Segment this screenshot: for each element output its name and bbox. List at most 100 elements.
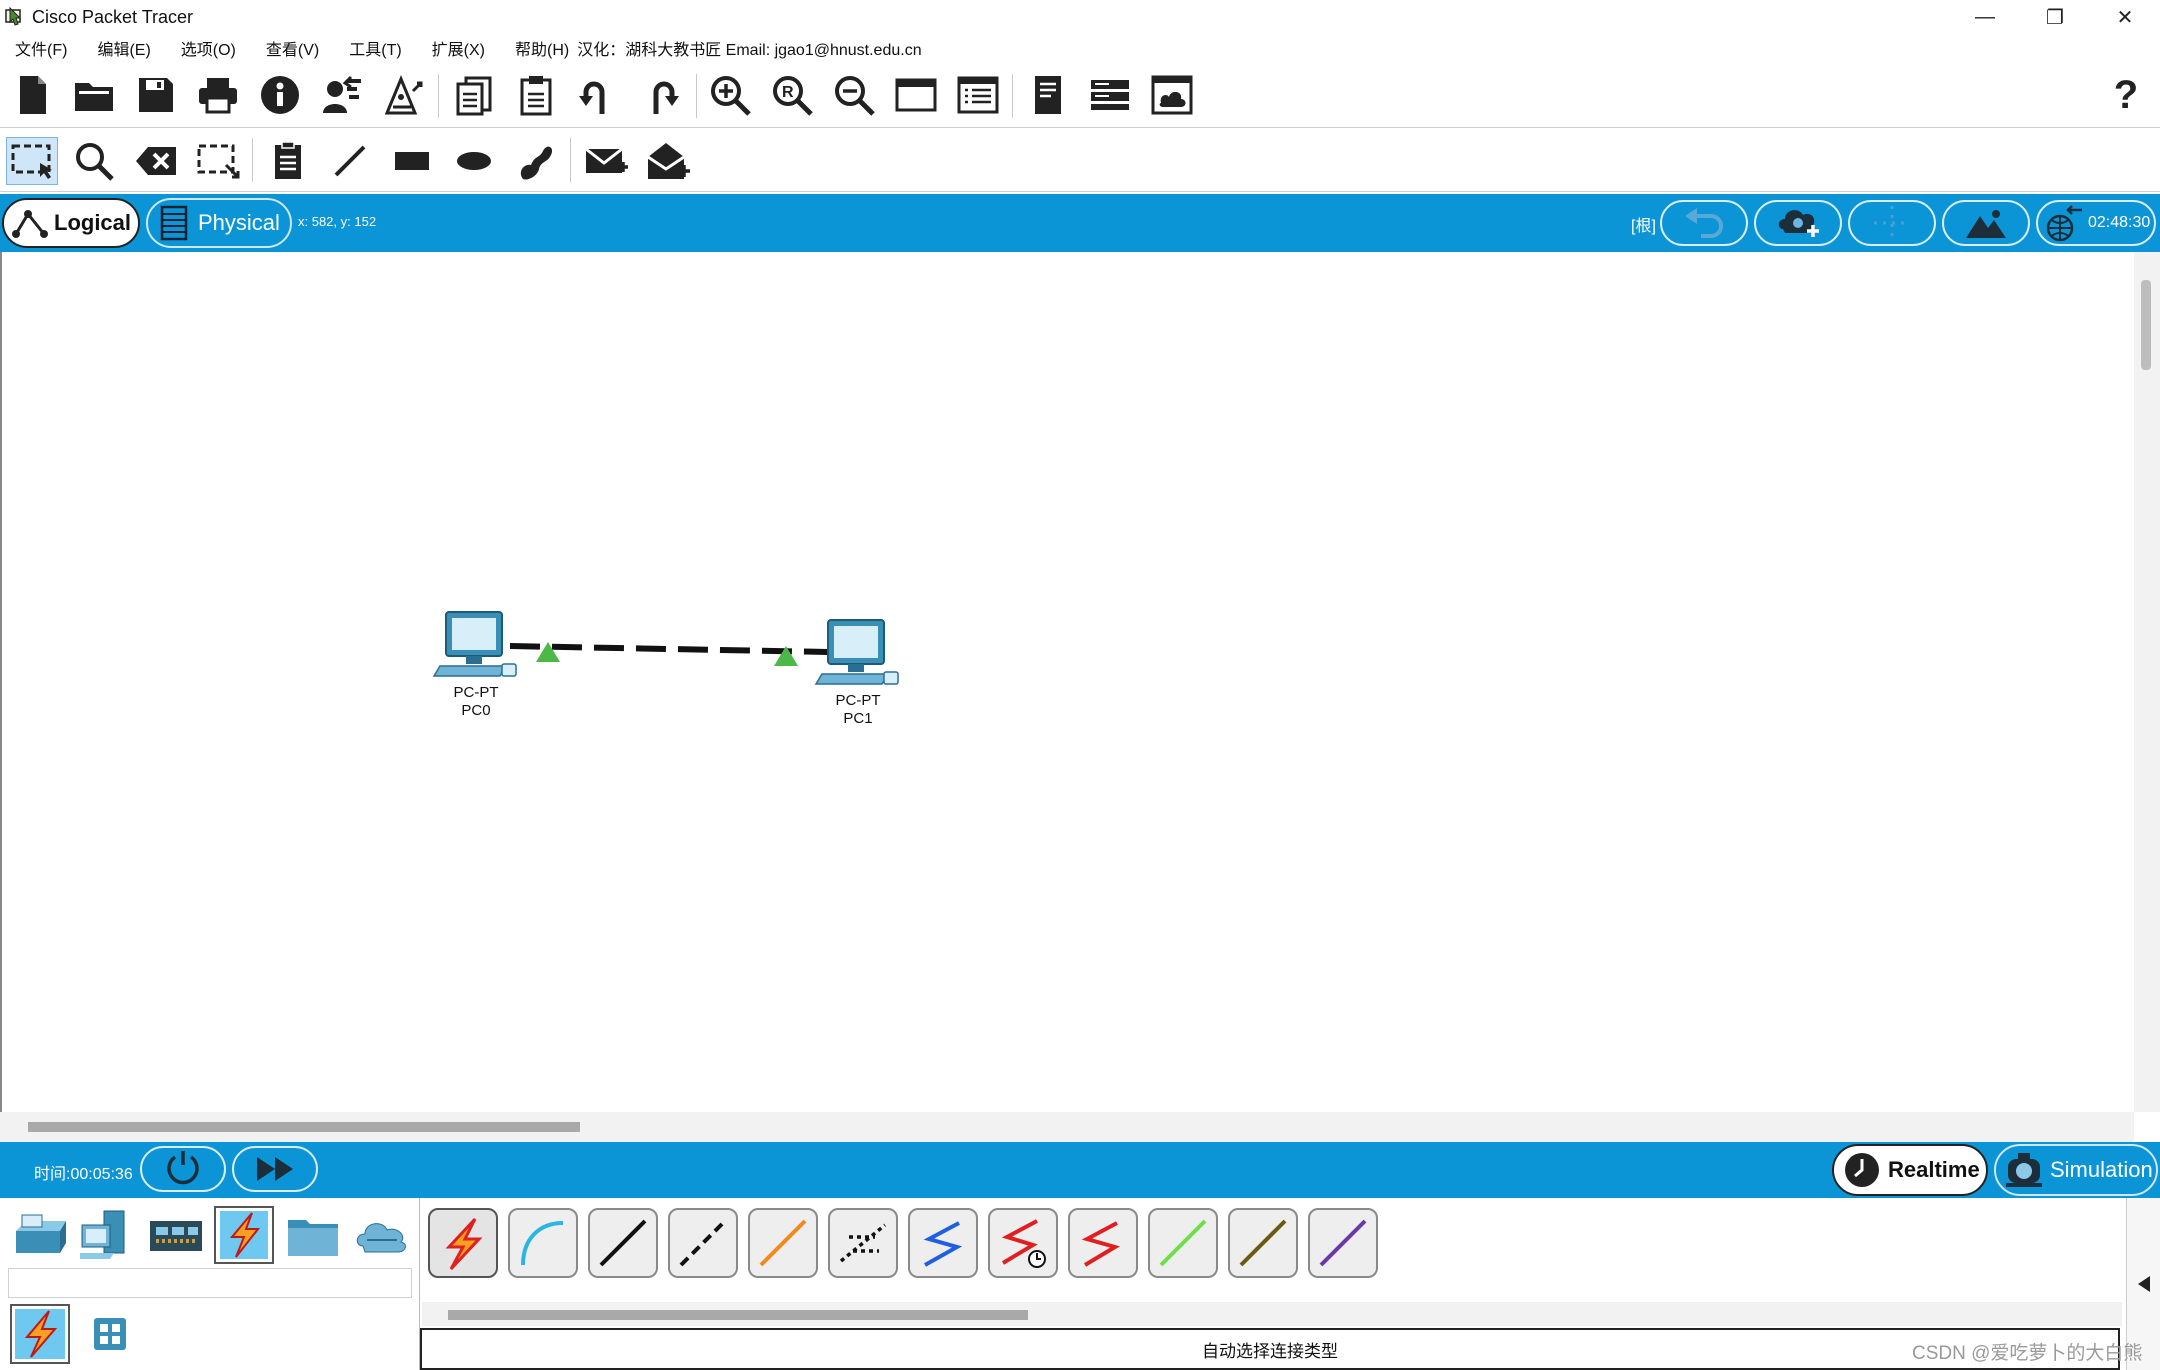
- menu-info-text: 汉化：湖科大教书匠 Email: jgao1@hnust.edu.cn: [577, 42, 922, 59]
- ipc-icon[interactable]: [1024, 71, 1072, 119]
- zoom-in-icon[interactable]: [706, 71, 754, 119]
- pdu-list-icon[interactable]: [1086, 71, 1134, 119]
- multiuser-icon[interactable]: [352, 1206, 412, 1264]
- pc1-type-label: PC-PT: [835, 692, 881, 709]
- title-bar: Cisco Packet Tracer — ❐ ✕: [0, 0, 2160, 34]
- activity-wizard-icon[interactable]: [318, 71, 366, 119]
- window-icon[interactable]: [892, 71, 940, 119]
- pc1-device[interactable]: PC-PT PC1: [812, 616, 904, 728]
- inspect-icon[interactable]: [68, 137, 120, 185]
- close-button[interactable]: ✕: [2090, 0, 2160, 34]
- fiber-cable-button[interactable]: [748, 1208, 818, 1278]
- phone-cable-button[interactable]: [828, 1208, 898, 1278]
- back-button[interactable]: [1660, 200, 1748, 246]
- simple-pdu-icon[interactable]: [580, 137, 632, 185]
- paste-icon[interactable]: [512, 71, 560, 119]
- new-file-icon[interactable]: [8, 71, 56, 119]
- simulation-mode-button[interactable]: Simulation: [1994, 1144, 2158, 1196]
- zoom-out-icon[interactable]: [830, 71, 878, 119]
- network-link[interactable]: [2, 252, 2136, 1112]
- components-icon[interactable]: [146, 1206, 206, 1264]
- octal-cable-button[interactable]: [1148, 1208, 1218, 1278]
- octal-cable-icon: [1159, 1219, 1207, 1267]
- miscellaneous-icon[interactable]: [284, 1206, 344, 1264]
- fast-forward-button[interactable]: [232, 1146, 318, 1192]
- rectangle-icon[interactable]: [386, 137, 438, 185]
- logical-workspace-canvas[interactable]: PC-PT PC0 PC-PT PC1: [0, 252, 2134, 1112]
- end-devices-icon[interactable]: [76, 1206, 136, 1264]
- power-cycle-button[interactable]: [140, 1146, 226, 1192]
- copy-icon[interactable]: [450, 71, 498, 119]
- select-icon[interactable]: [6, 137, 58, 185]
- copper-cross-over-button[interactable]: [668, 1208, 738, 1278]
- canvas-horizontal-scrollbar[interactable]: [0, 1112, 2134, 1142]
- automatic-cable-button[interactable]: [428, 1208, 498, 1278]
- packet-tracer-logo-icon: [5, 6, 22, 26]
- menu-options[interactable]: 选项(O): [181, 36, 236, 60]
- print-icon[interactable]: [194, 71, 242, 119]
- pc-icon: [432, 611, 517, 677]
- grid-sub-icon[interactable]: [80, 1304, 140, 1364]
- custom-devices-icon[interactable]: [380, 71, 428, 119]
- draw-line-icon[interactable]: [324, 137, 376, 185]
- cluster-icon[interactable]: [1148, 71, 1196, 119]
- minimize-button[interactable]: —: [1950, 0, 2020, 34]
- fiber-cable-icon: [759, 1219, 807, 1267]
- console-cable-icon: [521, 1221, 564, 1266]
- cable-panel-scrollbar[interactable]: [422, 1302, 2122, 1326]
- cable-scroll-thumb[interactable]: [448, 1310, 1028, 1320]
- coaxial-cable-button[interactable]: [908, 1208, 978, 1278]
- connections-icon[interactable]: [214, 1206, 274, 1264]
- iot-custom-cable-button[interactable]: [1228, 1208, 1298, 1278]
- move-object-button[interactable]: [1848, 200, 1936, 246]
- menu-edit[interactable]: 编辑(E): [97, 36, 150, 60]
- info-icon[interactable]: [256, 71, 304, 119]
- redo-icon[interactable]: [636, 71, 684, 119]
- iot-cable-icon: [1239, 1219, 1287, 1267]
- vertical-scroll-thumb[interactable]: [2141, 280, 2151, 370]
- ellipse-icon[interactable]: [448, 137, 500, 185]
- pc0-device[interactable]: PC-PT PC0: [430, 608, 522, 720]
- serial-dte-cable-button[interactable]: [1068, 1208, 1138, 1278]
- cable-description: 自动选择连接类型: [420, 1328, 2120, 1370]
- menu-tools[interactable]: 工具(T): [349, 36, 401, 60]
- pc-icon: [814, 619, 899, 685]
- pc1-name-label: PC1: [843, 710, 873, 727]
- horizontal-scroll-thumb[interactable]: [28, 1122, 580, 1132]
- menu-file[interactable]: 文件(F): [15, 36, 67, 60]
- palette-icon[interactable]: [954, 71, 1002, 119]
- menu-extensions[interactable]: 扩展(X): [432, 36, 485, 60]
- complex-pdu-icon[interactable]: [642, 137, 694, 185]
- menu-help[interactable]: 帮助(H): [515, 36, 569, 60]
- canvas-vertical-scrollbar[interactable]: [2134, 252, 2160, 1112]
- menu-bar: 文件(F) 编辑(E) 选项(O) 查看(V) 工具(T) 扩展(X) 帮助(H…: [0, 34, 2160, 62]
- help-icon[interactable]: ?: [2102, 71, 2150, 119]
- logical-workspace-button[interactable]: Logical: [2, 198, 140, 248]
- resize-icon[interactable]: [192, 137, 244, 185]
- physical-workspace-button[interactable]: Physical: [146, 198, 292, 248]
- workspace-bar: Logical Physical x: 582, y: 152 [根] 02:4…: [0, 194, 2160, 252]
- menu-view[interactable]: 查看(V): [266, 36, 319, 60]
- save-icon[interactable]: [132, 71, 180, 119]
- zoom-reset-icon[interactable]: R: [768, 71, 816, 119]
- undo-icon[interactable]: [574, 71, 622, 119]
- console-cable-button[interactable]: [508, 1208, 578, 1278]
- set-background-button[interactable]: [1942, 200, 2030, 246]
- main-toolbar: R ?: [0, 62, 2160, 128]
- network-devices-icon[interactable]: [8, 1206, 68, 1264]
- cursor-coordinates: x: 582, y: 152: [298, 214, 377, 229]
- viewport-clock-button[interactable]: 02:48:30: [2036, 200, 2156, 246]
- open-folder-icon[interactable]: [70, 71, 118, 119]
- device-search-input[interactable]: [8, 1268, 412, 1298]
- delete-icon[interactable]: [130, 137, 182, 185]
- phone-cable-icon: [839, 1223, 887, 1263]
- freeform-icon[interactable]: [510, 137, 562, 185]
- realtime-mode-button[interactable]: Realtime: [1832, 1144, 1988, 1196]
- note-icon[interactable]: [262, 137, 314, 185]
- usb-cable-button[interactable]: [1308, 1208, 1378, 1278]
- connections-sub-icon[interactable]: [10, 1304, 70, 1364]
- new-cluster-button[interactable]: [1754, 200, 1842, 246]
- serial-dce-cable-button[interactable]: [988, 1208, 1058, 1278]
- copper-straight-through-button[interactable]: [588, 1208, 658, 1278]
- restore-button[interactable]: ❐: [2020, 0, 2090, 34]
